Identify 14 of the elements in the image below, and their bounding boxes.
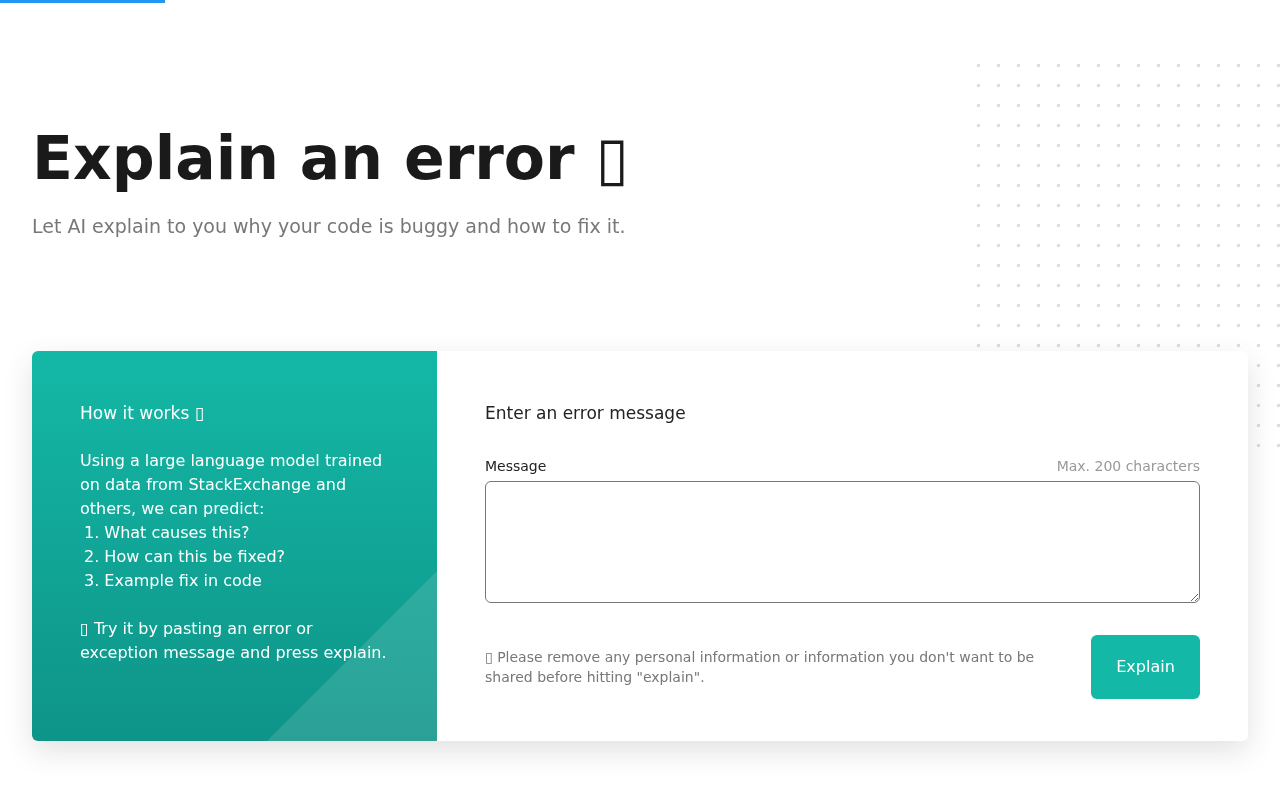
privacy-notice: ▯ Please remove any personal information or information you don't want to be shared before hitting "explain". — [485, 648, 1036, 687]
page-title: Explain an error ▯ — [32, 122, 629, 195]
message-field[interactable] — [485, 481, 1200, 603]
form-title: Enter an error message — [485, 401, 686, 425]
panel-tip: ▯ Try it by pasting an error or exception message and press explain. — [80, 617, 388, 664]
character-limit: Max. 200 characters — [1056, 457, 1200, 476]
step-item: 1. What causes this? — [84, 521, 250, 544]
panel-title: How it works ▯ — [80, 401, 205, 425]
step-item: 3. Example fix in code — [84, 569, 262, 592]
page-subtitle: Let AI explain to you why your code is buggy and how to fix it. — [32, 214, 626, 239]
panel-intro: Using a large language model trained on data from StackExchange and others, we can predict: — [80, 449, 384, 520]
field-label: Message — [485, 457, 547, 476]
step-item: 2. How can this be fixed? — [84, 545, 286, 568]
explain-button[interactable]: Explain — [1091, 635, 1200, 699]
